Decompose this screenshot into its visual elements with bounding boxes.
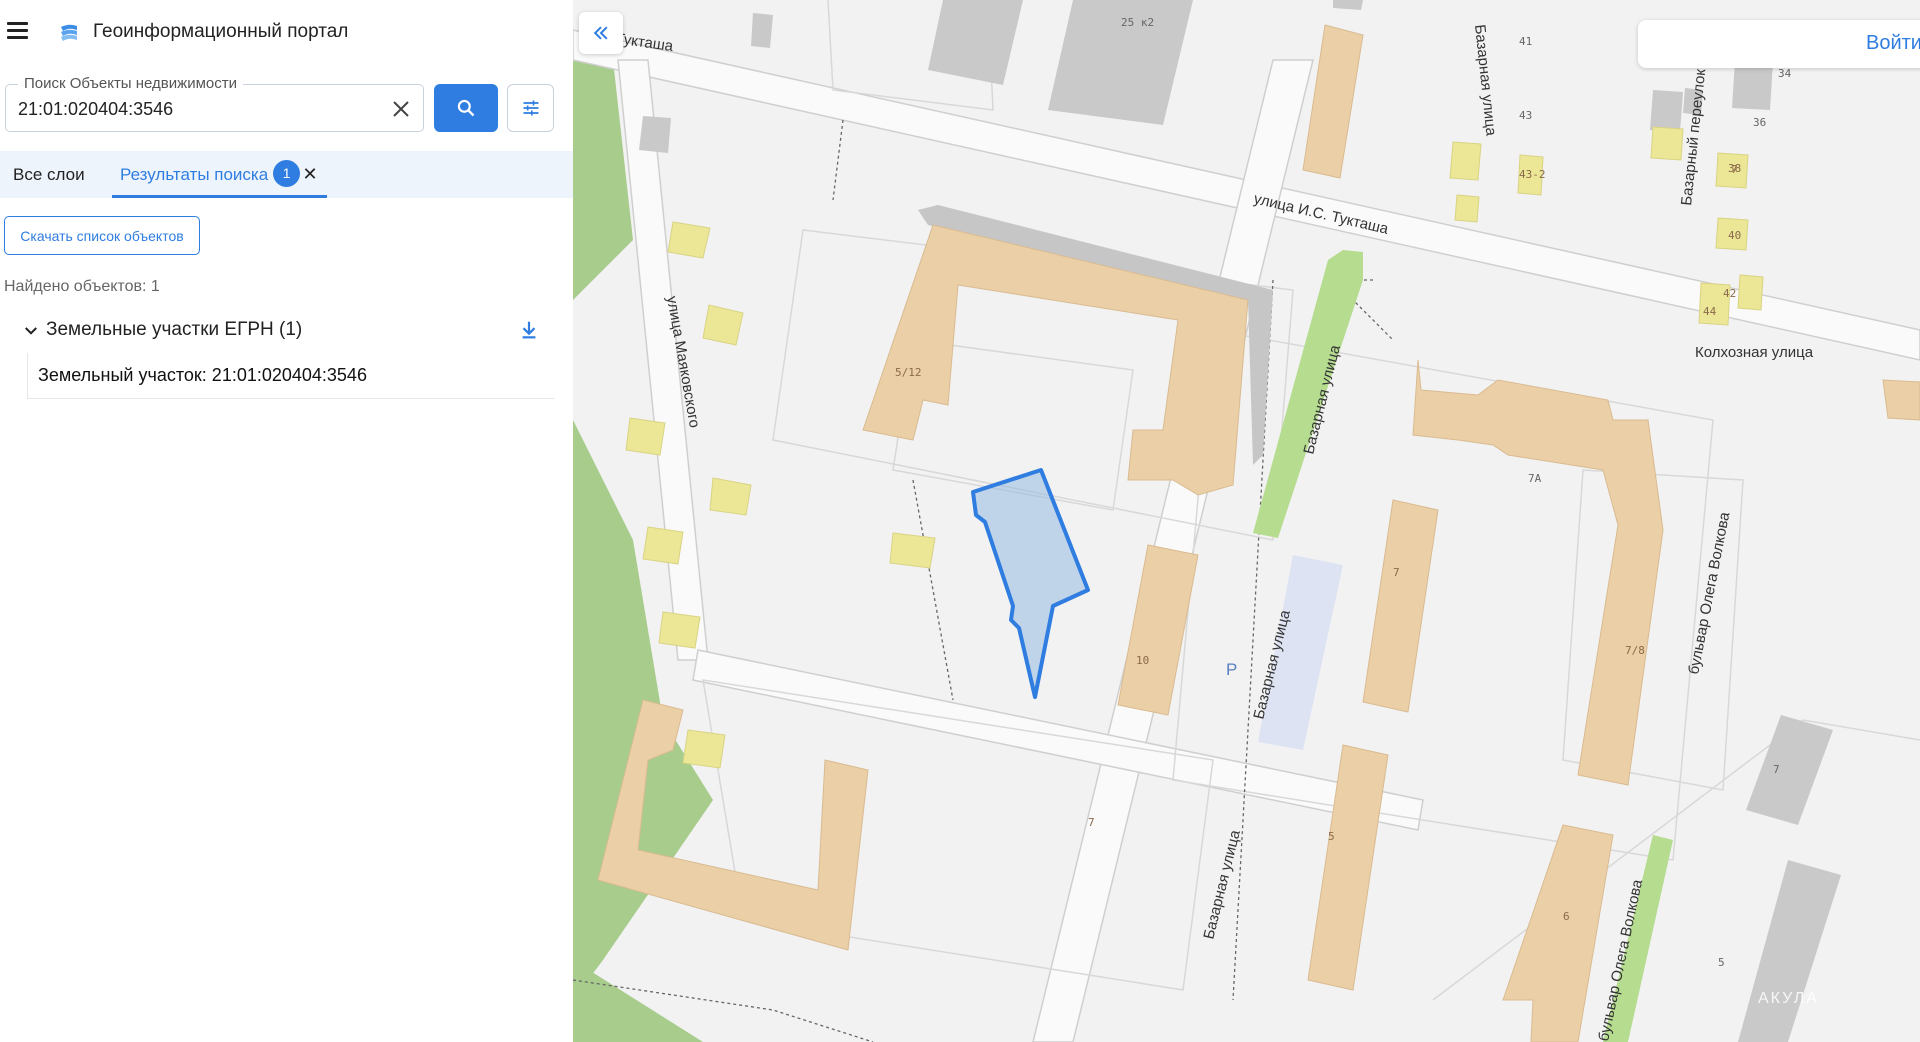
menu-icon[interactable] — [6, 20, 30, 44]
app-title: Геоинформационный портал — [93, 21, 349, 42]
tab-search-results-label: Результаты поиска — [120, 165, 269, 184]
street-bazarnaya-north-label: Базарная улица — [1471, 24, 1500, 138]
building-number: 10 — [1136, 654, 1149, 667]
result-list-item[interactable]: Земельный участок: 21:01:020404:3546 — [27, 353, 554, 399]
login-button[interactable]: Войти — [1638, 20, 1920, 68]
tab-bar: Все слои Результаты поиска 1 ✕ — [0, 151, 573, 198]
download-icon[interactable] — [518, 319, 540, 341]
building-number: 25 к2 — [1121, 16, 1154, 29]
building-number: 43 — [1519, 109, 1532, 122]
building-number: 7/8 — [1625, 644, 1645, 657]
result-item-label: Земельный участок: 21:01:020404:3546 — [38, 365, 367, 385]
street-kolkhoznaya-label: Колхозная улица — [1695, 344, 1814, 361]
building-number: 41 — [1519, 35, 1532, 48]
building-number: 34 — [1778, 67, 1792, 80]
found-count: Найдено объектов: 1 — [4, 278, 160, 295]
download-list-button[interactable]: Скачать список объектов — [4, 216, 200, 255]
clear-icon[interactable] — [389, 97, 413, 121]
building-number: 36 — [1753, 116, 1766, 129]
land-parcel-polygon — [971, 468, 1090, 699]
result-group-title: Земельные участки ЕГРН (1) — [46, 319, 303, 340]
search-field[interactable]: Поиск Объекты недвижимости — [5, 75, 424, 132]
parking-label: P — [1226, 660, 1237, 679]
building-number: 5/12 — [895, 366, 922, 379]
double-chevron-left-icon — [593, 26, 608, 40]
street-volkova-north-label: бульвар Олега Волкова — [1685, 510, 1733, 676]
building-number: 7А — [1528, 472, 1542, 485]
chevron-down-icon[interactable] — [22, 322, 40, 340]
search-icon — [457, 99, 475, 117]
collapse-sidebar-button[interactable] — [579, 12, 623, 54]
search-button[interactable] — [434, 84, 498, 132]
portal-logo-icon — [61, 24, 77, 41]
watermark: АКУЛА — [1758, 990, 1819, 1007]
search-input[interactable] — [18, 96, 368, 122]
building-number: 42 — [1723, 287, 1736, 300]
building-number: 5 — [1718, 956, 1725, 969]
map-canvas[interactable]: P Тукташа улица И.С. Тукташа Базарная ул… — [573, 0, 1920, 1042]
building-number: 43-2 — [1519, 168, 1546, 181]
result-group-header[interactable]: Земельные участки ЕГРН (1) — [20, 317, 540, 345]
search-label: Поиск Объекты недвижимости — [18, 75, 243, 92]
login-label: Войти — [1866, 32, 1920, 54]
filter-icon — [523, 100, 538, 116]
building-number: 40 — [1728, 229, 1741, 242]
building-number: 5 — [1328, 830, 1335, 843]
building-number: 7 — [1088, 816, 1095, 829]
building-number: 7 — [1773, 763, 1780, 776]
top-bar: Геоинформационный портал — [0, 0, 573, 64]
close-results-tab-button[interactable]: ✕ — [300, 151, 320, 198]
tab-all-layers[interactable]: Все слои — [13, 151, 85, 198]
building-number: 44 — [1703, 305, 1717, 318]
sidebar: Геоинформационный портал Поиск Объекты н… — [0, 0, 573, 1042]
building-number: 6 — [1563, 910, 1570, 923]
results-count-badge: 1 — [273, 160, 301, 188]
building-number: 7 — [1731, 163, 1738, 176]
tab-search-results[interactable]: Результаты поиска 1 — [112, 151, 327, 198]
map-view[interactable]: P Тукташа улица И.С. Тукташа Базарная ул… — [573, 0, 1920, 1042]
building-number: 7 — [1393, 566, 1400, 579]
filter-button[interactable] — [507, 84, 554, 132]
